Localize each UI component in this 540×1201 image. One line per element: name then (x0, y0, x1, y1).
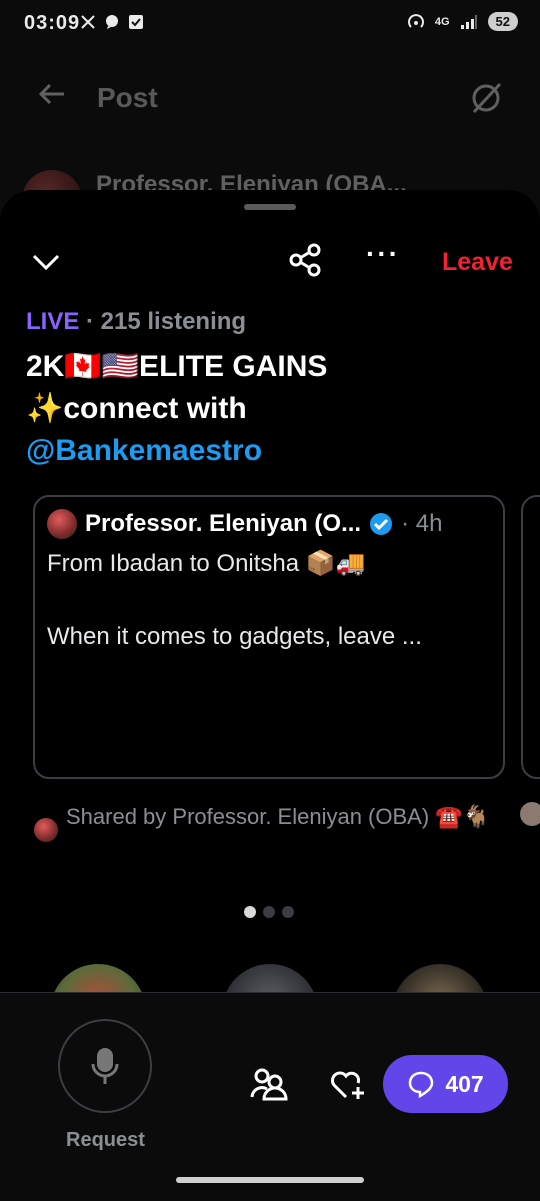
request-mic-button[interactable] (58, 1019, 152, 1113)
comment-count: 407 (445, 1070, 484, 1097)
minimize-button[interactable] (30, 246, 62, 283)
next-post-card[interactable] (521, 495, 540, 779)
speaker-list (0, 964, 540, 994)
carousel-dots (244, 906, 294, 918)
live-badge: LIVE (26, 308, 80, 335)
pinned-post-card[interactable]: Professor. Eleniyan (O... · 4h From Ibad… (33, 495, 505, 779)
verified-icon (370, 513, 393, 535)
status-bar: 03:09 4G 52 (0, 0, 540, 50)
more-icon[interactable]: ··· (366, 240, 400, 268)
signal-icon (460, 14, 477, 29)
listener-count: · 215 listening (86, 308, 247, 335)
react-button[interactable] (330, 1069, 366, 1106)
avatar (520, 802, 540, 826)
leave-button[interactable]: Leave (442, 248, 513, 277)
comment-icon (409, 1071, 434, 1098)
back-button[interactable] (36, 78, 68, 118)
heart-plus-icon (331, 1071, 364, 1099)
page-title: Post (97, 82, 158, 113)
avatar (47, 509, 77, 539)
carousel-dot[interactable] (244, 906, 256, 918)
sheet-handle[interactable] (244, 204, 296, 210)
space-toolbar: ··· Leave (0, 240, 540, 286)
shared-by-row: Shared by Professor. Eleniyan (OBA) ☎️🐐 (34, 802, 506, 842)
chevron-down-icon (32, 254, 60, 271)
space-title-line1: 2K🇨🇦🇺🇸ELITE GAINS (26, 350, 328, 383)
x-logo-icon (81, 15, 95, 29)
space-sheet: ··· Leave LIVE · 215 listening 2K🇨🇦🇺🇸ELI… (0, 190, 540, 1201)
carousel-dot[interactable] (263, 906, 275, 918)
space-title: 2K🇨🇦🇺🇸ELITE GAINS ✨connect with @Bankema… (26, 346, 516, 472)
carousel-dot[interactable] (282, 906, 294, 918)
post-text-line1: From Ibadan to Onitsha 📦🚚 (47, 550, 366, 577)
speaker-avatar[interactable] (50, 964, 146, 994)
network-type: 4G (434, 15, 450, 28)
status-time: 03:09 (24, 12, 81, 34)
post-author: Professor. Eleniyan (O... (85, 510, 362, 537)
comments-button[interactable]: 407 (383, 1055, 508, 1113)
check-icon (129, 15, 143, 29)
space-bottom-bar: Request 407 (0, 992, 540, 1201)
grok-icon (472, 82, 502, 114)
avatar (34, 818, 58, 842)
home-indicator[interactable] (176, 1177, 364, 1183)
grok-button[interactable] (468, 80, 504, 121)
mention-link[interactable]: @Bankemaestro (26, 430, 516, 472)
shared-by-text: Shared by Professor. Eleniyan (OBA) ☎️🐐 (66, 804, 491, 829)
hotspot-icon (407, 13, 424, 28)
battery-indicator: 52 (487, 12, 518, 31)
post-text-line2: When it comes to gadgets, leave ... (47, 623, 422, 650)
request-label: Request (66, 1129, 145, 1151)
post-time: · 4h (401, 510, 443, 537)
speaker-avatar[interactable] (392, 964, 488, 994)
share-icon (289, 243, 321, 277)
speaker-avatar[interactable] (222, 964, 318, 994)
share-button[interactable] (288, 242, 324, 283)
participants-button[interactable] (250, 1067, 288, 1106)
chat-icon (106, 15, 118, 29)
people-icon (250, 1068, 288, 1101)
post-header: Post (0, 50, 540, 170)
space-title-line2: ✨connect with (26, 392, 247, 425)
back-arrow-icon (38, 83, 64, 105)
live-status: LIVE · 215 listening (26, 308, 246, 336)
mic-icon (91, 1048, 119, 1084)
